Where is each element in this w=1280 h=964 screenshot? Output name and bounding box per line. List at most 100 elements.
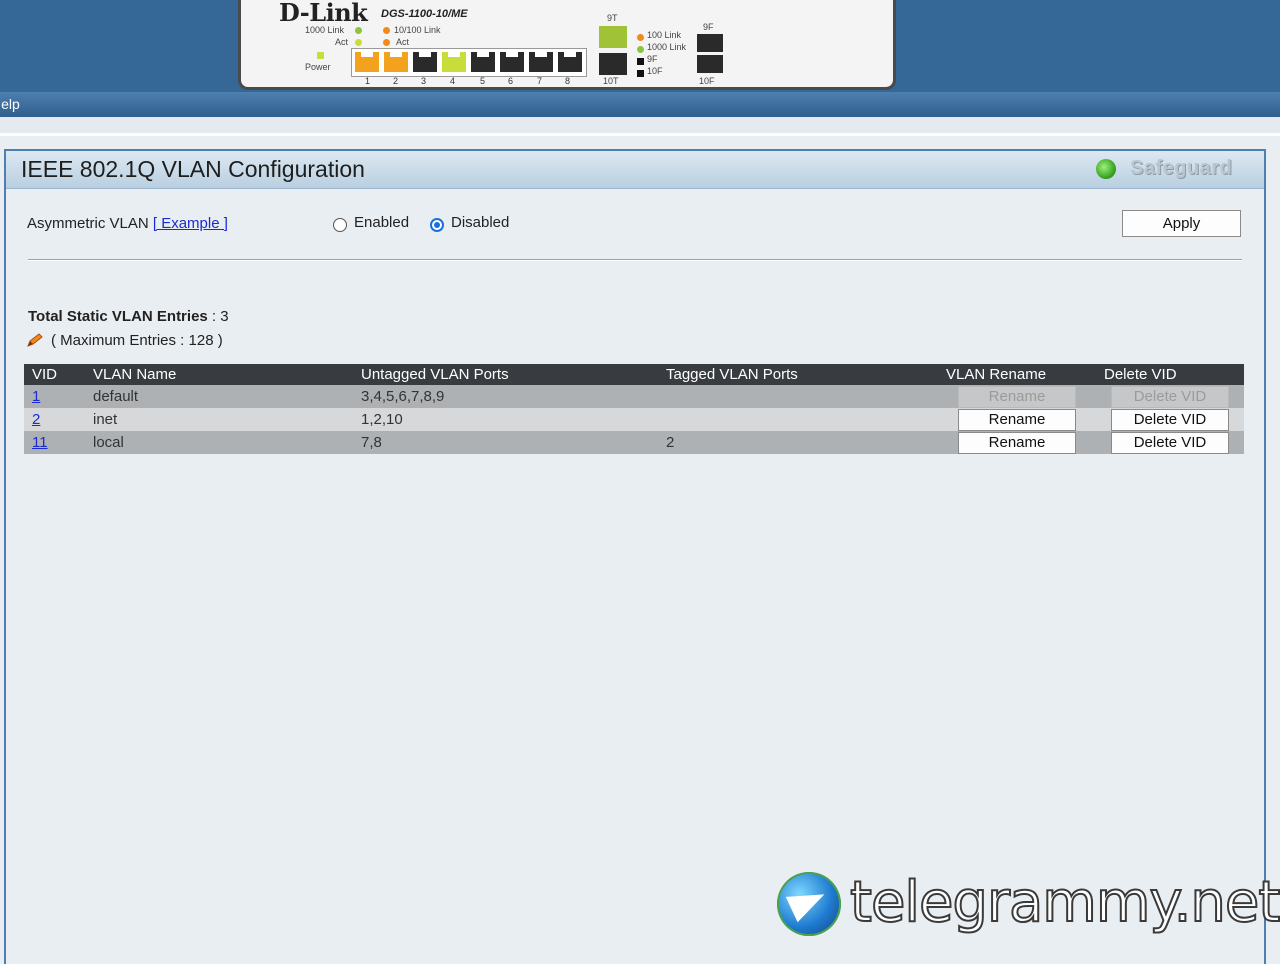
led-act-icon <box>355 39 362 46</box>
legend-10-100-link: 10/100 Link <box>394 25 441 35</box>
combo-port-10t-icon[interactable] <box>599 53 627 75</box>
vlan-table: VID VLAN Name Untagged VLAN Ports Tagged… <box>24 364 1244 454</box>
power-led-icon <box>317 52 324 59</box>
safeguard-status-icon <box>1096 159 1116 179</box>
combo-port-9t-icon[interactable] <box>599 26 627 48</box>
tagged-ports <box>658 408 938 431</box>
table-row: 2 inet 1,2,10 Rename Delete VID <box>24 408 1244 431</box>
tagged-ports: 2 <box>658 431 938 454</box>
panel-header: IEEE 802.1Q VLAN Configuration Safeguard <box>6 151 1264 189</box>
table-row: 11 local 7,8 2 Rename Delete VID <box>24 431 1244 454</box>
disabled-radio-label: Disabled <box>451 214 510 231</box>
section-separator <box>28 259 1242 261</box>
asymmetric-vlan-row: Asymmetric VLAN [ Example ] <box>27 215 228 232</box>
apply-button[interactable]: Apply <box>1122 210 1241 237</box>
untagged-ports: 3,4,5,6,7,8,9 <box>353 385 658 408</box>
enabled-radio-label: Enabled <box>354 214 410 231</box>
port-number-1: 1 <box>365 76 371 86</box>
legend-sfp-10f: 10F <box>647 66 663 76</box>
combo-label-9t: 9T <box>607 13 618 23</box>
led-act2-icon <box>383 39 390 46</box>
port-number-6: 6 <box>508 76 514 86</box>
tagged-ports <box>658 385 938 408</box>
top-banner: D-Link DGS-1100-10/ME 1000 Link Act 10/1… <box>0 0 1280 92</box>
col-untagged-ports: Untagged VLAN Ports <box>353 364 658 385</box>
port-number-4: 4 <box>450 76 456 86</box>
delete-vid-button[interactable]: Delete VID <box>1111 431 1229 454</box>
delete-vid-button[interactable]: Delete VID <box>1111 408 1229 431</box>
led-9f-icon <box>637 58 644 65</box>
example-link[interactable]: [ Example ] <box>153 215 228 232</box>
legend-sfp-9f: 9F <box>647 54 658 64</box>
combo-label-10t: 10T <box>603 76 619 86</box>
combo-label-9f: 9F <box>703 22 714 32</box>
port-7-icon[interactable] <box>529 52 553 72</box>
led-10f-icon <box>637 70 644 77</box>
menu-bar: Help <box>0 92 1280 117</box>
ethernet-port-bank <box>351 48 587 77</box>
col-vlan-name: VLAN Name <box>85 364 353 385</box>
port-1-icon[interactable] <box>355 52 379 72</box>
port-number-3: 3 <box>421 76 427 86</box>
untagged-ports: 1,2,10 <box>353 408 658 431</box>
disabled-radio[interactable] <box>430 218 444 232</box>
col-vlan-rename: VLAN Rename <box>938 364 1096 385</box>
sfp-port-10f-icon[interactable] <box>697 55 723 73</box>
led-100-link-icon <box>637 34 644 41</box>
enabled-radio[interactable] <box>333 218 347 232</box>
legend-sfp-100-link: 100 Link <box>647 30 682 40</box>
page-title: IEEE 802.1Q VLAN Configuration <box>21 156 365 182</box>
combo-label-10f: 10F <box>699 76 715 86</box>
port-6-icon[interactable] <box>500 52 524 72</box>
led-10-100-link-icon <box>383 27 390 34</box>
safeguard-label: Safeguard <box>1130 157 1233 179</box>
col-tagged-ports: Tagged VLAN Ports <box>658 364 938 385</box>
max-entries: ( Maximum Entries : 128 ) <box>51 332 223 349</box>
led-1000-link-icon <box>355 27 362 34</box>
vid-link[interactable]: 11 <box>32 434 48 451</box>
brand-logo: D-Link <box>279 0 368 27</box>
device-model: DGS-1100-10/ME <box>381 8 468 20</box>
col-vid: VID <box>24 364 85 385</box>
untagged-ports: 7,8 <box>353 431 658 454</box>
vid-link[interactable]: 1 <box>32 388 40 405</box>
legend-act: Act <box>335 37 349 47</box>
port-2-icon[interactable] <box>384 52 408 72</box>
port-number-8: 8 <box>565 76 571 86</box>
table-header-row: VID VLAN Name Untagged VLAN Ports Tagged… <box>24 364 1244 385</box>
port-number-5: 5 <box>480 76 486 86</box>
vlan-name: local <box>85 431 353 454</box>
legend-1000-link: 1000 Link <box>305 25 345 35</box>
vlan-name: inet <box>85 408 353 431</box>
legend-power: Power <box>305 62 331 72</box>
vid-link[interactable]: 2 <box>32 411 40 428</box>
rename-button[interactable]: Rename <box>958 408 1076 431</box>
watermark-text: telegrammy.net <box>849 869 1280 936</box>
port-3-icon[interactable] <box>413 52 437 72</box>
legend-sfp-1000-link: 1000 Link <box>647 42 687 52</box>
port-8-icon[interactable] <box>558 52 582 72</box>
delete-vid-button: Delete VID <box>1111 385 1229 408</box>
toolbar-gap <box>0 117 1280 133</box>
port-5-icon[interactable] <box>471 52 495 72</box>
col-delete-vid: Delete VID <box>1096 364 1244 385</box>
table-row: 1 default 3,4,5,6,7,8,9 Rename Delete VI… <box>24 385 1244 408</box>
device-front-panel: D-Link DGS-1100-10/ME 1000 Link Act 10/1… <box>238 0 896 90</box>
divider <box>0 133 1280 136</box>
pencil-icon <box>27 333 43 347</box>
total-entries: Total Static VLAN Entries : 3 <box>28 308 229 325</box>
legend-act2: Act <box>396 37 410 47</box>
menu-help[interactable]: Help <box>0 96 20 112</box>
port-4-icon[interactable] <box>442 52 466 72</box>
led-sfp-1000-link-icon <box>637 46 644 53</box>
vlan-config-panel: IEEE 802.1Q VLAN Configuration Safeguard… <box>4 149 1266 964</box>
rename-button[interactable]: Rename <box>958 431 1076 454</box>
total-entries-value: : 3 <box>207 308 229 325</box>
total-entries-label: Total Static VLAN Entries <box>28 308 208 325</box>
sfp-port-9f-icon[interactable] <box>697 34 723 52</box>
asymmetric-vlan-label: Asymmetric VLAN <box>27 215 149 232</box>
rename-button: Rename <box>958 385 1076 408</box>
port-number-2: 2 <box>393 76 399 86</box>
port-number-7: 7 <box>537 76 543 86</box>
vlan-name: default <box>85 385 353 408</box>
